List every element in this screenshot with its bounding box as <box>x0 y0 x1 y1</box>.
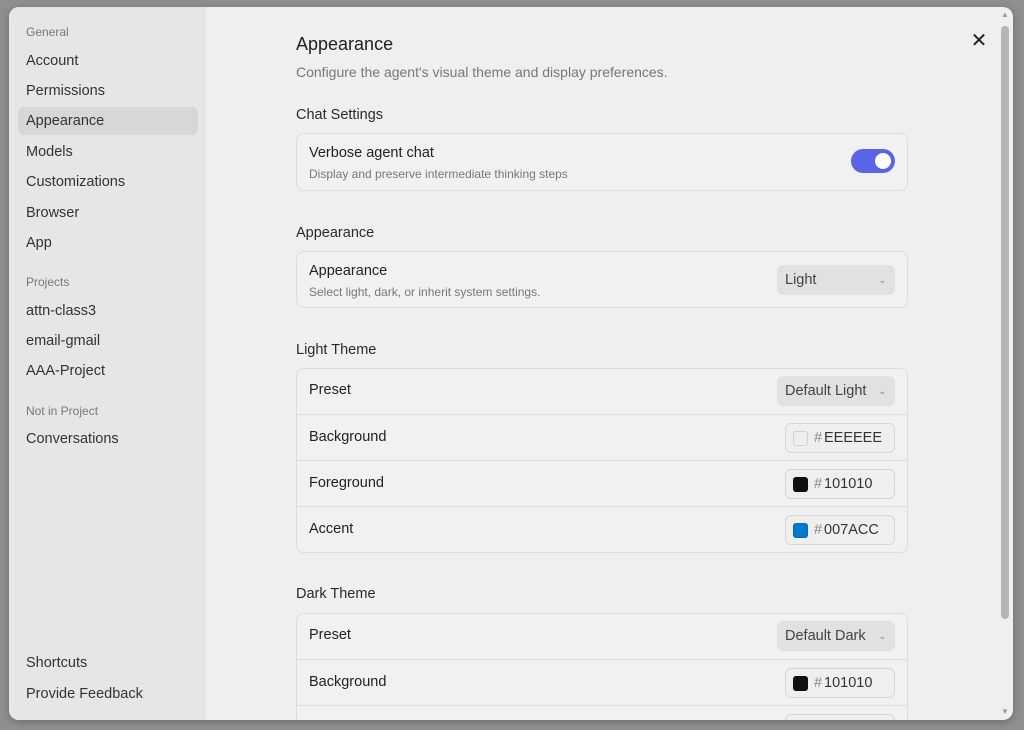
light-foreground-color-field[interactable]: # 101010 <box>785 469 895 499</box>
section-title-dark-theme: Dark Theme <box>296 586 376 602</box>
light-accent-row: Accent # 007ACC <box>297 506 907 552</box>
color-swatch[interactable] <box>793 676 808 691</box>
verbose-chat-label: Verbose agent chat <box>309 145 434 161</box>
dark-preset-row: Preset Default Dark ⌄ <box>297 614 907 659</box>
sidebar-item-project[interactable]: AAA-Project <box>18 357 198 385</box>
close-icon[interactable]: ✕ <box>969 31 989 51</box>
scroll-down-arrow-icon[interactable]: ▼ <box>1001 708 1009 716</box>
appearance-select-value: Light <box>785 272 817 288</box>
color-swatch[interactable] <box>793 523 808 538</box>
verbose-chat-toggle[interactable] <box>851 149 895 173</box>
dark-preset-label: Preset <box>309 627 351 643</box>
page-subtitle: Configure the agent's visual theme and d… <box>296 64 668 80</box>
sidebar-item-account[interactable]: Account <box>18 47 198 75</box>
light-background-label: Background <box>309 429 387 445</box>
appearance-row: Appearance Select light, dark, or inheri… <box>297 252 907 307</box>
light-foreground-hex: 101010 <box>824 476 873 492</box>
toggle-knob <box>875 153 891 169</box>
sidebar-item-project[interactable]: attn-class3 <box>18 297 198 325</box>
chevron-down-icon: ⌄ <box>878 386 886 396</box>
sidebar: General Account Permissions Appearance M… <box>9 7 206 720</box>
verbose-chat-description: Display and preserve intermediate thinki… <box>309 167 568 181</box>
sidebar-item-models[interactable]: Models <box>18 138 198 166</box>
dark-preset-select[interactable]: Default Dark ⌄ <box>777 621 895 651</box>
hash-symbol: # <box>814 522 823 538</box>
light-foreground-label: Foreground <box>309 475 384 491</box>
sidebar-item-customizations[interactable]: Customizations <box>18 168 198 196</box>
section-title-light-theme: Light Theme <box>296 342 377 358</box>
hash-symbol: # <box>814 675 823 691</box>
light-preset-value: Default Light <box>785 383 867 399</box>
dark-background-color-field[interactable]: # 101010 <box>785 668 895 698</box>
chevron-down-icon: ⌄ <box>878 631 886 641</box>
appearance-label: Appearance <box>309 263 388 279</box>
light-background-hex: EEEEEE <box>824 430 883 446</box>
dark-background-row: Background # 101010 <box>297 659 907 705</box>
sidebar-item-app[interactable]: App <box>18 229 198 257</box>
hash-symbol: # <box>814 430 823 446</box>
color-swatch[interactable] <box>793 477 808 492</box>
sidebar-section-general: General <box>26 25 69 39</box>
scrollbar-thumb[interactable] <box>1001 26 1009 619</box>
color-swatch[interactable] <box>793 431 808 446</box>
light-preset-label: Preset <box>309 382 351 398</box>
appearance-card: Appearance Select light, dark, or inheri… <box>296 251 908 308</box>
sidebar-item-feedback[interactable]: Provide Feedback <box>18 680 198 708</box>
sidebar-section-projects: Projects <box>26 275 70 289</box>
dark-next-color-field[interactable] <box>785 714 895 720</box>
sidebar-item-conversations[interactable]: Conversations <box>18 425 198 453</box>
light-foreground-row: Foreground # 101010 <box>297 460 907 506</box>
dark-preset-value: Default Dark <box>785 628 866 644</box>
sidebar-item-permissions[interactable]: Permissions <box>18 77 198 105</box>
light-accent-color-field[interactable]: # 007ACC <box>785 515 895 545</box>
dark-background-label: Background <box>309 674 387 690</box>
sidebar-item-project[interactable]: email-gmail <box>18 327 198 355</box>
scrollbar[interactable]: ▲ ▼ <box>999 7 1011 720</box>
section-title-chat-settings: Chat Settings <box>296 107 384 123</box>
light-background-row: Background # EEEEEE <box>297 414 907 460</box>
chevron-down-icon: ⌄ <box>878 275 886 285</box>
light-preset-row: Preset Default Light ⌄ <box>297 369 907 414</box>
light-background-color-field[interactable]: # EEEEEE <box>785 423 895 453</box>
scroll-up-arrow-icon[interactable]: ▲ <box>1001 11 1009 19</box>
light-theme-card: Preset Default Light ⌄ Background # EEEE… <box>296 368 908 553</box>
chat-settings-card: Verbose agent chat Display and preserve … <box>296 133 908 191</box>
settings-window: General Account Permissions Appearance M… <box>9 7 1013 720</box>
page-title: Appearance <box>296 34 394 54</box>
appearance-description: Select light, dark, or inherit system se… <box>309 285 541 299</box>
dark-theme-card: Preset Default Dark ⌄ Background # 10101… <box>296 613 908 720</box>
sidebar-section-not-in-project: Not in Project <box>26 404 99 418</box>
sidebar-item-browser[interactable]: Browser <box>18 199 198 227</box>
sidebar-item-shortcuts[interactable]: Shortcuts <box>18 649 198 677</box>
sidebar-item-appearance[interactable]: Appearance <box>18 107 198 135</box>
light-accent-label: Accent <box>309 521 354 537</box>
hash-symbol: # <box>814 476 823 492</box>
dark-next-row <box>297 705 907 720</box>
dark-background-hex: 101010 <box>824 675 873 691</box>
section-title-appearance: Appearance <box>296 225 375 241</box>
light-preset-select[interactable]: Default Light ⌄ <box>777 376 895 406</box>
verbose-chat-row: Verbose agent chat Display and preserve … <box>297 134 907 190</box>
light-accent-hex: 007ACC <box>824 522 879 538</box>
appearance-select[interactable]: Light ⌄ <box>777 265 895 295</box>
